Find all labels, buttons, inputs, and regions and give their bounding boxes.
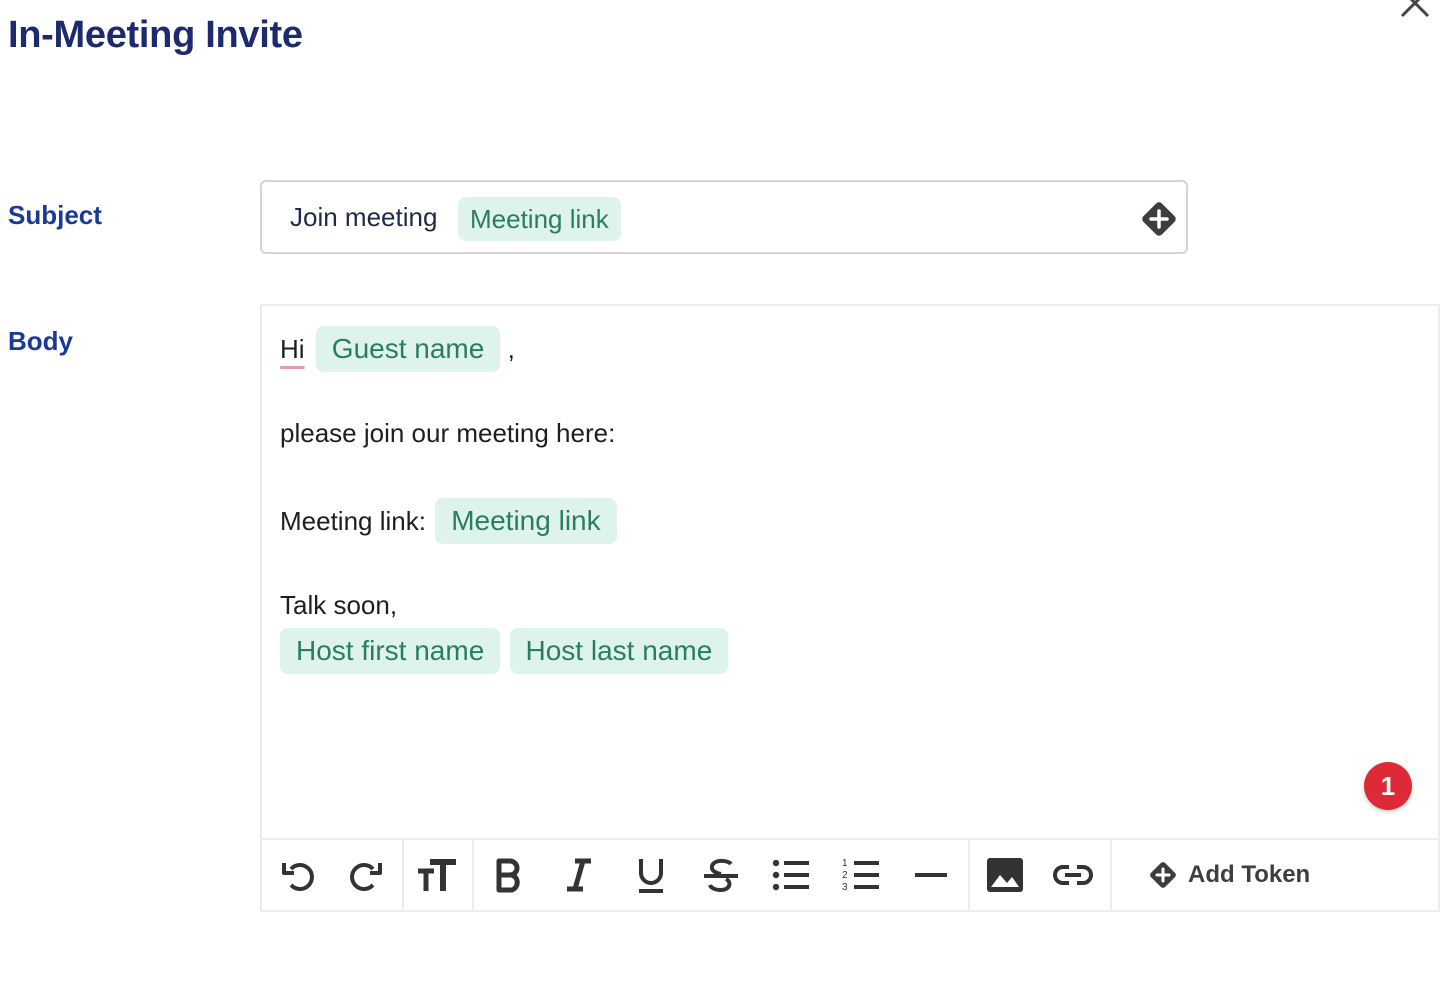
bold-button[interactable] bbox=[476, 840, 542, 910]
token-host-last-name[interactable]: Host last name bbox=[509, 628, 729, 674]
add-token-icon bbox=[1150, 862, 1176, 888]
toolbar-separator bbox=[472, 840, 474, 910]
editor-toolbar: 1 2 3 Add Token bbox=[262, 838, 1438, 910]
body-label: Body bbox=[8, 326, 73, 356]
subject-input[interactable]: Join meeting Meeting link bbox=[260, 180, 1188, 254]
body-line-greeting: Hi Guest name , bbox=[280, 326, 515, 372]
strikethrough-button[interactable] bbox=[688, 840, 754, 910]
italic-icon bbox=[567, 858, 591, 892]
svg-text:2: 2 bbox=[842, 870, 848, 881]
close-button[interactable] bbox=[1398, 0, 1432, 20]
subject-label: Subject bbox=[8, 200, 102, 230]
bulleted-list-button[interactable] bbox=[758, 840, 824, 910]
link-label: Meeting link: bbox=[280, 506, 426, 536]
token-meeting-link[interactable]: Meeting link bbox=[435, 498, 617, 544]
link-button[interactable] bbox=[1040, 840, 1106, 910]
body-editor[interactable]: Hi Guest name , please join our meeting … bbox=[262, 306, 1438, 838]
notification-badge[interactable]: 1 bbox=[1364, 762, 1412, 810]
image-icon bbox=[987, 858, 1023, 892]
redo-button[interactable] bbox=[332, 840, 398, 910]
token-guest-name[interactable]: Guest name bbox=[315, 326, 501, 372]
body-line-signature: Host first name Host last name bbox=[280, 628, 729, 674]
body-line-link: Meeting link: Meeting link bbox=[280, 498, 617, 544]
bold-icon bbox=[496, 858, 520, 893]
body-editor-container: Hi Guest name , please join our meeting … bbox=[260, 304, 1440, 912]
body-line-signoff: Talk soon, bbox=[280, 590, 398, 620]
font-size-button[interactable] bbox=[404, 840, 470, 910]
greeting-punct: , bbox=[507, 334, 515, 364]
strikethrough-icon bbox=[704, 858, 738, 893]
svg-text:3: 3 bbox=[842, 882, 848, 893]
greeting-word: Hi bbox=[280, 334, 305, 364]
dialog-title: In-Meeting Invite bbox=[8, 14, 303, 56]
body-line-invite: please join our meeting here: bbox=[280, 418, 616, 448]
toolbar-separator bbox=[1110, 840, 1112, 910]
underline-icon bbox=[639, 859, 663, 893]
token-host-first-name[interactable]: Host first name bbox=[280, 628, 501, 674]
add-token-label: Add Token bbox=[1188, 861, 1311, 888]
italic-button[interactable] bbox=[546, 840, 612, 910]
bulleted-list-icon bbox=[772, 859, 809, 891]
undo-icon bbox=[282, 863, 314, 891]
numbered-list-icon: 1 2 3 bbox=[842, 858, 879, 893]
numbered-list-button[interactable]: 1 2 3 bbox=[828, 840, 894, 910]
image-button[interactable] bbox=[972, 840, 1038, 910]
redo-icon bbox=[350, 863, 382, 891]
link-icon bbox=[1053, 865, 1093, 885]
undo-button[interactable] bbox=[266, 840, 332, 910]
subject-token-meeting-link[interactable]: Meeting link bbox=[458, 197, 621, 241]
font-size-icon bbox=[418, 859, 456, 891]
horizontal-rule-icon bbox=[915, 873, 947, 877]
underline-button[interactable] bbox=[618, 840, 684, 910]
add-token-button[interactable]: Add Token bbox=[1148, 840, 1328, 910]
horizontal-rule-button[interactable] bbox=[898, 840, 964, 910]
subject-text[interactable]: Join meeting bbox=[290, 202, 437, 233]
toolbar-separator bbox=[968, 840, 970, 910]
close-icon bbox=[1400, 0, 1430, 18]
svg-text:1: 1 bbox=[842, 858, 848, 869]
add-token-icon[interactable] bbox=[1140, 200, 1178, 238]
